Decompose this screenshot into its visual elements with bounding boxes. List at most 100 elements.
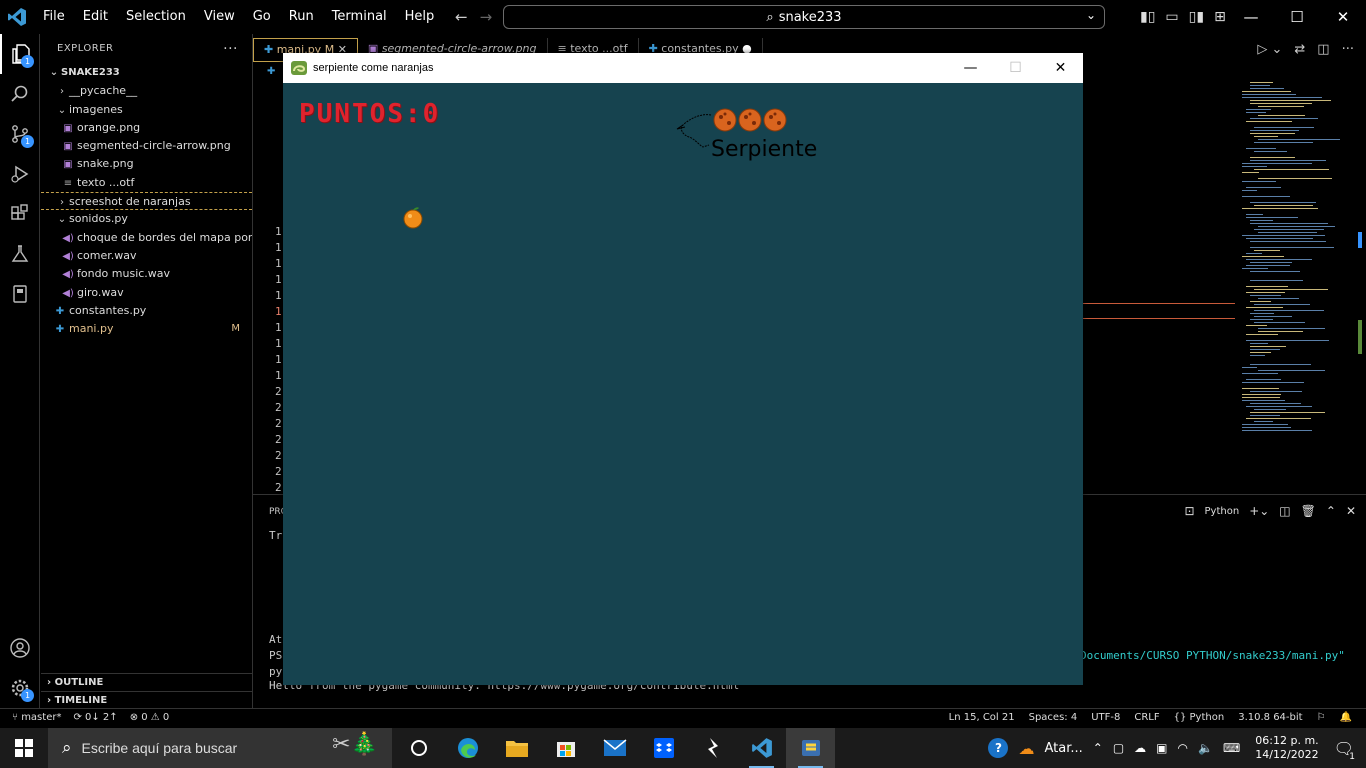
terminal-shell-label[interactable]: Python (1205, 506, 1240, 517)
activity-bar: 1 1 1 (0, 34, 40, 708)
notification-center-icon[interactable]: 🗨 1 (1334, 739, 1355, 762)
tree-item-snake-png[interactable]: ▣ snake.png (41, 155, 252, 173)
edge-browser-icon[interactable] (443, 728, 492, 768)
problems-status[interactable]: ⊗ 0 ⚠ 0 (130, 712, 170, 723)
notifications-bell-icon[interactable]: 🔔 (1340, 712, 1352, 723)
menu-selection[interactable]: Selection (117, 0, 195, 34)
sync-status[interactable]: ⟳ 0↓ 2↑ (73, 712, 117, 723)
encoding[interactable]: UTF-8 (1091, 712, 1120, 723)
timeline-section[interactable]: › TIMELINE (41, 691, 253, 709)
tree-item-comer-wav[interactable]: ◀) comer.wav (41, 247, 252, 265)
python-taskbar-icon[interactable] (786, 728, 835, 768)
compare-icon[interactable]: ⇄ (1294, 38, 1305, 62)
new-terminal-icon[interactable]: +⌄ (1249, 504, 1269, 518)
workspace-root[interactable]: ⌄ SNAKE233 (41, 64, 252, 82)
feedback-icon[interactable]: ⚐ (1317, 712, 1326, 723)
language-icon[interactable]: ⌨ (1223, 741, 1240, 755)
chevron-down-icon[interactable]: ⌄ (1086, 8, 1096, 22)
menu-edit[interactable]: Edit (74, 0, 117, 34)
game-window-titlebar[interactable]: serpiente come naranjas — ☐ ✕ (283, 53, 1083, 83)
remote-explorer-icon[interactable] (0, 274, 40, 314)
tree-item-imagenes[interactable]: ⌄ imagenes (41, 101, 252, 119)
search-icon[interactable] (0, 74, 40, 114)
tray-chevron-up-icon[interactable]: ⌃ (1093, 741, 1103, 755)
line-endings[interactable]: CRLF (1134, 712, 1159, 723)
menu-help[interactable]: Help (396, 0, 444, 34)
tree-item-constantes-py[interactable]: ✚ constantes.py (41, 302, 252, 320)
minimap-line (1254, 151, 1287, 152)
command-center[interactable]: ⌕ snake233 ⌄ (503, 5, 1105, 29)
mail-icon[interactable] (590, 728, 639, 768)
tree-item-sonidos[interactable]: ⌄ sonidos.py (41, 210, 252, 228)
volume-icon[interactable]: 🔈 (1198, 741, 1213, 755)
split-editor-icon[interactable]: ◫ (1317, 38, 1329, 62)
menu-terminal[interactable]: Terminal (323, 0, 396, 34)
tree-item-choque-wav[interactable]: ◀)choque de bordes del mapa por ca... (41, 229, 252, 247)
weather-icon[interactable]: ☁ (1018, 739, 1034, 758)
source-control-icon[interactable]: 1 (0, 114, 40, 154)
close-icon[interactable]: ✕ (1320, 0, 1366, 34)
taskbar-search-box[interactable]: ⌕ Escribe aquí para buscar ✂🎄 (48, 728, 392, 768)
trash-icon[interactable]: 🗑 (1301, 504, 1316, 518)
more-actions-icon[interactable]: ··· (1342, 38, 1354, 62)
back-arrow-icon[interactable]: ← (455, 0, 468, 34)
display-icon[interactable]: ▣ (1156, 741, 1167, 755)
weather-label[interactable]: Atar... (1044, 741, 1082, 756)
winget-app-icon[interactable] (688, 728, 737, 768)
close-icon[interactable]: ✕ (1038, 53, 1083, 83)
tree-item-mani-py[interactable]: ✚ mani.py M (41, 320, 252, 338)
onedrive-cloud-icon[interactable]: ☁ (1134, 741, 1146, 755)
tree-item-arrow-png[interactable]: ▣ segmented-circle-arrow.png (41, 137, 252, 155)
chevron-up-icon[interactable]: ⌃ (1326, 504, 1336, 518)
microsoft-store-icon[interactable] (541, 728, 590, 768)
chevron-down-icon: ⌄ (57, 104, 67, 116)
toggle-secondary-sidebar-icon[interactable]: ▯▮ (1189, 0, 1204, 34)
run-icon[interactable]: ▷ ⌄ (1257, 38, 1282, 62)
settings-gear-icon[interactable]: 1 (0, 668, 40, 708)
toggle-sidebar-icon[interactable]: ▮▯ (1140, 0, 1155, 34)
menu-run[interactable]: Run (280, 0, 323, 34)
tree-item-screeshot[interactable]: › screeshot de naranjas (41, 192, 252, 211)
language-mode[interactable]: {} Python (1174, 712, 1225, 723)
cursor-position[interactable]: Ln 15, Col 21 (949, 712, 1015, 723)
menu-file[interactable]: File (34, 0, 74, 34)
minimize-icon[interactable]: — (1228, 0, 1274, 34)
forward-arrow-icon[interactable]: → (480, 0, 493, 34)
explorer-icon[interactable]: 1 (0, 34, 40, 74)
minimap[interactable] (1238, 62, 1348, 494)
vscode-taskbar-icon[interactable] (737, 728, 786, 768)
run-debug-icon[interactable] (0, 154, 40, 194)
minimize-icon[interactable]: — (948, 53, 993, 83)
game-window[interactable]: serpiente come naranjas — ☐ ✕ PUNTOS:0 S… (283, 53, 1083, 685)
account-icon[interactable] (0, 628, 40, 668)
tree-item-pycache[interactable]: › __pycache__ (41, 82, 252, 100)
dropbox-icon[interactable] (639, 728, 688, 768)
close-panel-icon[interactable]: ✕ (1346, 504, 1356, 518)
toggle-panel-icon[interactable]: ▭ (1165, 0, 1178, 34)
menu-go[interactable]: Go (244, 0, 280, 34)
help-icon[interactable]: ? (988, 738, 1009, 758)
customize-layout-icon[interactable]: ⊞ (1214, 0, 1226, 34)
terminal-line: PS (269, 649, 283, 662)
terminal-line: Tr (269, 529, 283, 542)
split-terminal-icon[interactable]: ◫ (1279, 504, 1290, 518)
wifi-icon[interactable]: ◠ (1178, 741, 1188, 755)
clock[interactable]: 06:12 p. m. 14/12/2022 (1255, 734, 1318, 762)
extensions-icon[interactable] (0, 194, 40, 234)
more-actions-icon[interactable]: ··· (223, 34, 238, 64)
meet-now-icon[interactable]: ▢ (1113, 741, 1124, 755)
file-explorer-icon[interactable] (492, 728, 541, 768)
tree-item-giro-wav[interactable]: ◀) giro.wav (41, 284, 252, 302)
outline-section[interactable]: › OUTLINE (41, 673, 253, 691)
testing-flask-icon[interactable] (0, 234, 40, 274)
branch-status[interactable]: ⑂ master* (12, 712, 61, 723)
tree-item-fondo-wav[interactable]: ◀) fondo music.wav (41, 265, 252, 283)
indentation[interactable]: Spaces: 4 (1029, 712, 1078, 723)
windows-start-icon[interactable] (0, 728, 48, 768)
python-interpreter[interactable]: 3.10.8 64-bit (1238, 712, 1302, 723)
tree-item-texto-otf[interactable]: ≡ texto ...otf (41, 174, 252, 192)
task-view-icon[interactable] (394, 728, 443, 768)
menu-view[interactable]: View (195, 0, 244, 34)
maximize-icon[interactable]: ☐ (1274, 0, 1320, 34)
tree-item-orange-png[interactable]: ▣ orange.png (41, 119, 252, 137)
